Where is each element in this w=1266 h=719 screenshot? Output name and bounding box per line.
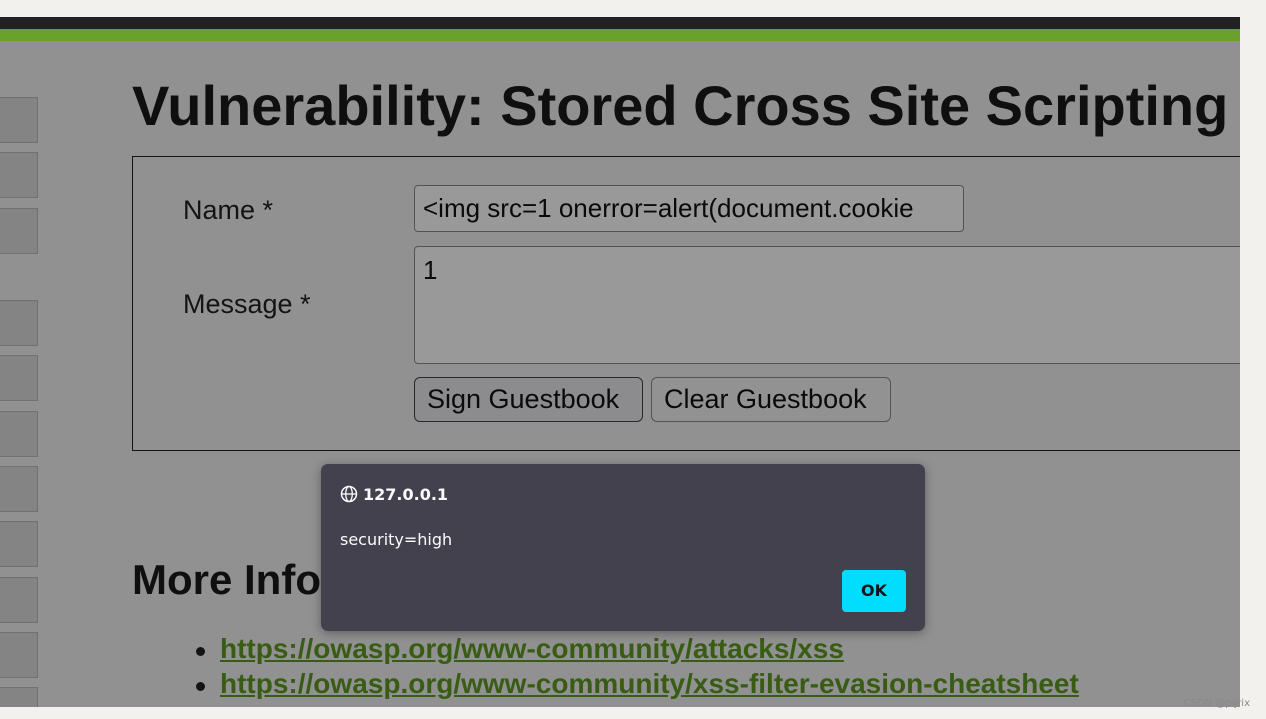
- header-bar: [0, 17, 1240, 29]
- watermark: CSDN @pijrix: [1183, 698, 1250, 709]
- dialog-message: security=high: [340, 530, 453, 549]
- header-accent-bar: [0, 29, 1240, 41]
- dialog-origin: 127.0.0.1: [363, 485, 449, 504]
- globe-icon: [340, 485, 358, 503]
- alert-dialog: 127.0.0.1 security=high OK: [321, 464, 925, 631]
- ok-button[interactable]: OK: [842, 570, 906, 612]
